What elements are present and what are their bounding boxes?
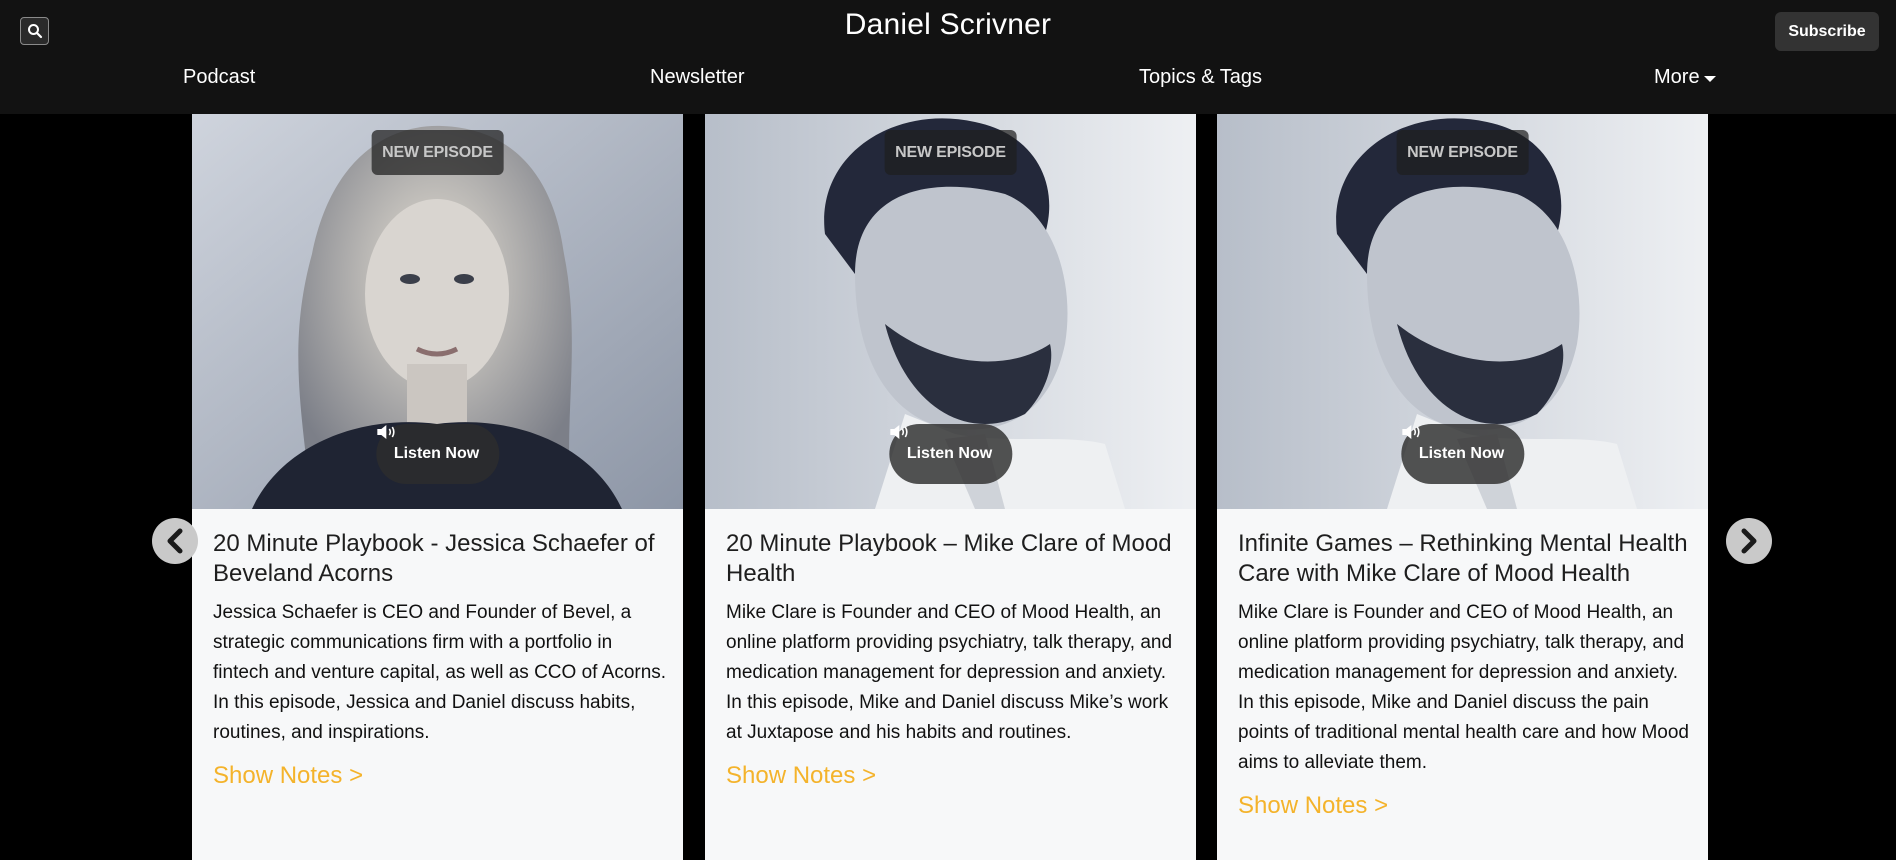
episode-title[interactable]: 20 Minute Playbook – Mike Clare of Mood …: [726, 529, 1181, 589]
new-episode-badge: NEW EPISODE: [884, 130, 1017, 175]
episode-card: NEW EPISODE Listen Now 20 Minute Playboo…: [705, 114, 1196, 860]
chevron-left-icon: [167, 528, 183, 554]
episode-photo[interactable]: NEW EPISODE Listen Now: [192, 114, 683, 509]
nav-newsletter[interactable]: Newsletter: [650, 66, 744, 89]
episode-description: Jessica Schaefer is CEO and Founder of B…: [213, 602, 667, 743]
caret-down-icon: [1703, 75, 1716, 82]
nav-more-dropdown[interactable]: More: [1654, 66, 1716, 89]
nav-podcast[interactable]: Podcast: [183, 66, 255, 89]
episode-photo[interactable]: NEW EPISODE Listen Now: [1217, 114, 1708, 509]
site-title[interactable]: Daniel Scrivner: [845, 8, 1051, 41]
listen-now-button[interactable]: Listen Now: [888, 424, 1013, 484]
nav-more-label: More: [1654, 66, 1700, 88]
listen-now-label: Listen Now: [393, 445, 480, 462]
speaker-icon: [889, 425, 908, 439]
episode-card: NEW EPISODE Listen Now Infinite Games – …: [1217, 114, 1708, 860]
show-notes-link[interactable]: Show Notes >: [726, 762, 876, 790]
chevron-right-icon: [1741, 528, 1757, 554]
carousel-prev-button[interactable]: [152, 518, 198, 564]
nav-topics-tags[interactable]: Topics & Tags: [1139, 66, 1262, 89]
listen-now-label: Listen Now: [1418, 445, 1505, 462]
listen-now-button[interactable]: Listen Now: [375, 424, 500, 484]
episode-description: Mike Clare is Founder and CEO of Mood He…: [1238, 602, 1689, 773]
show-notes-link[interactable]: Show Notes >: [1238, 792, 1388, 820]
episode-photo[interactable]: NEW EPISODE Listen Now: [705, 114, 1196, 509]
new-episode-badge: NEW EPISODE: [371, 130, 504, 175]
new-episode-badge: NEW EPISODE: [1396, 130, 1529, 175]
listen-now-label: Listen Now: [906, 445, 993, 462]
site-header: Daniel Scrivner Subscribe Podcast Newsle…: [0, 0, 1896, 114]
subscribe-button[interactable]: Subscribe: [1775, 12, 1879, 51]
search-icon: [27, 24, 42, 39]
search-button[interactable]: [20, 17, 49, 45]
speaker-icon: [376, 425, 395, 439]
episode-title[interactable]: Infinite Games – Rethinking Mental Healt…: [1238, 529, 1693, 589]
carousel-next-button[interactable]: [1726, 518, 1772, 564]
show-notes-link[interactable]: Show Notes >: [213, 762, 363, 790]
episode-title[interactable]: 20 Minute Playbook - Jessica Schaefer of…: [213, 529, 668, 589]
listen-now-button[interactable]: Listen Now: [1400, 424, 1525, 484]
episode-description: Mike Clare is Founder and CEO of Mood He…: [726, 602, 1173, 743]
speaker-icon: [1401, 425, 1420, 439]
episode-card: NEW EPISODE Listen Now 20 Minute Playboo…: [192, 114, 683, 860]
